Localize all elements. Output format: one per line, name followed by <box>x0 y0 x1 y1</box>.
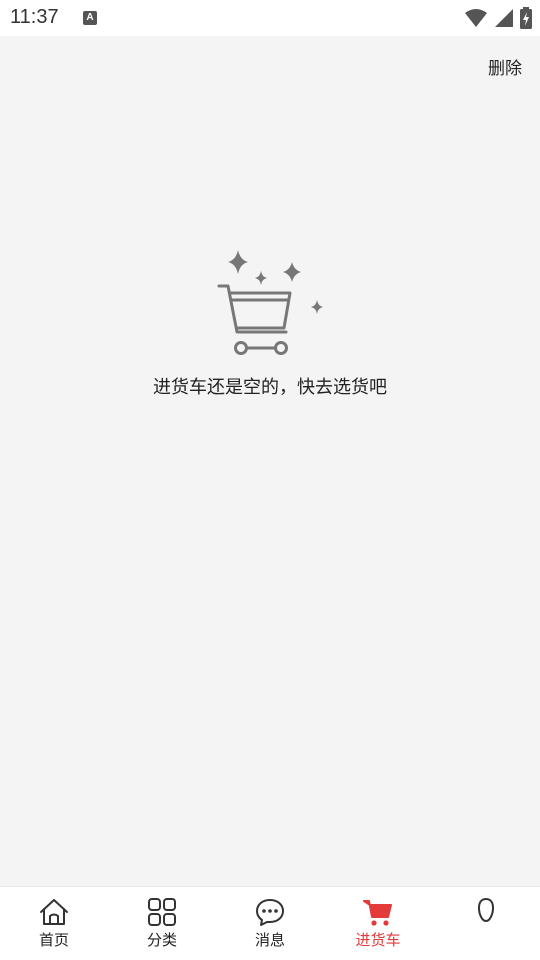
a-notification-icon: A <box>83 11 97 25</box>
tab-messages[interactable]: 消息 <box>216 887 324 960</box>
tab-home[interactable]: 首页 <box>0 887 108 960</box>
tab-cart-label: 进货车 <box>355 931 401 949</box>
wifi-icon <box>465 9 487 27</box>
tab-cart[interactable]: 进货车 <box>324 887 432 960</box>
battery-charging-icon <box>520 7 532 29</box>
empty-cart-message: 进货车还是空的，快去选货吧 <box>153 377 387 398</box>
tab-home-label: 首页 <box>38 931 69 949</box>
empty-cart-sparkles-icon <box>210 248 330 360</box>
status-icons <box>464 7 532 29</box>
grid-icon <box>148 898 176 926</box>
status-bar: 11:37 A <box>0 0 540 36</box>
delete-button[interactable]: 删除 <box>488 54 522 79</box>
cart-icon <box>363 900 392 926</box>
signal-icon <box>495 9 513 27</box>
profile-icon <box>477 897 495 923</box>
home-icon <box>40 899 68 925</box>
bottom-tab-bar: 首页 分类 消息 进货车 <box>0 886 540 960</box>
tab-category-label: 分类 <box>146 931 177 949</box>
tab-messages-label: 消息 <box>254 931 285 949</box>
chat-bubble-icon <box>256 899 284 926</box>
tab-category[interactable]: 分类 <box>108 887 216 960</box>
tab-profile[interactable] <box>432 887 540 960</box>
status-time: 11:37 <box>10 6 59 28</box>
